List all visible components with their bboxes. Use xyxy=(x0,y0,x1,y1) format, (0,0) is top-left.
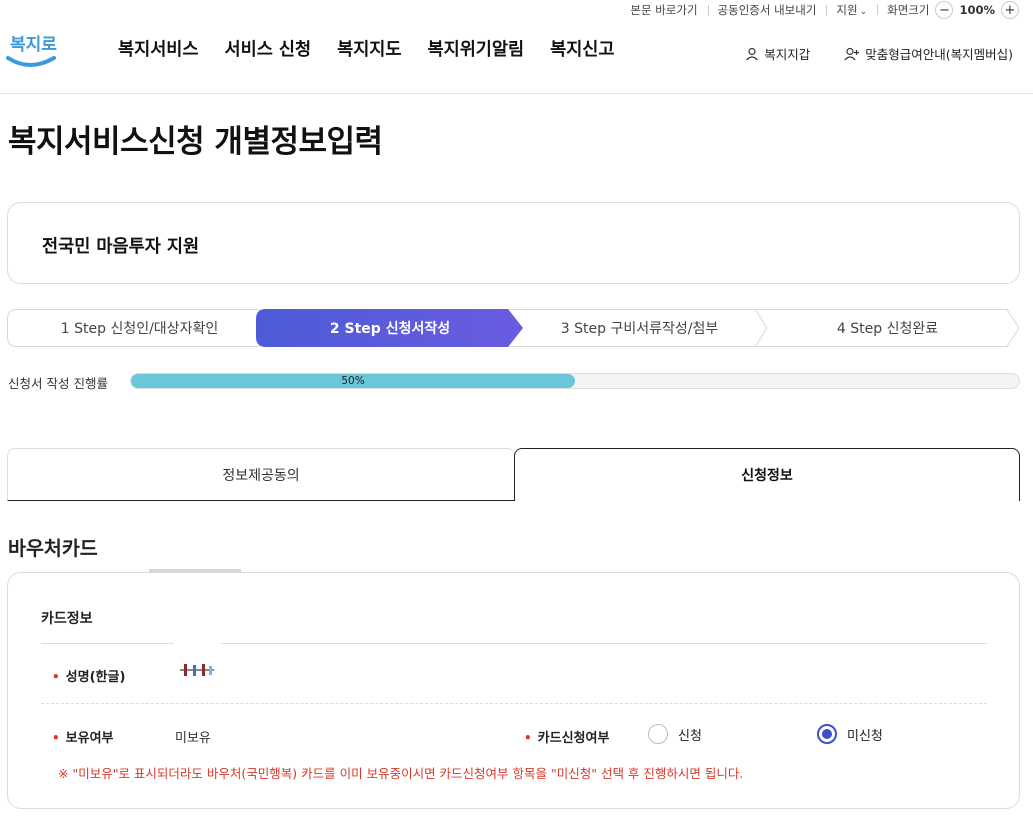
wallet-link[interactable]: 복지지갑 xyxy=(745,44,810,63)
support-label: 지원 xyxy=(836,3,858,17)
step-1-label: 1 Step 신청인/대상자확인 xyxy=(60,321,219,337)
skip-to-content-link[interactable]: 본문 바로가기 xyxy=(620,2,707,18)
nav-welfare-map[interactable]: 복지지도 xyxy=(337,36,401,61)
holding-field-label: • 보유여부 xyxy=(52,731,114,746)
step-4-label: 4 Step 신청완료 xyxy=(836,321,939,337)
step-2-active: 2 Step 신청서작성 xyxy=(256,309,524,347)
required-mark: • xyxy=(52,670,60,684)
tab-consent-label: 정보제공동의 xyxy=(222,467,300,484)
nav-welfare-report[interactable]: 복지신고 xyxy=(550,36,614,61)
wallet-label: 복지지갑 xyxy=(764,47,811,62)
progress-label: 신청서 작성 진행률 xyxy=(8,376,108,391)
tab-application-info-label: 신청정보 xyxy=(741,468,793,484)
step-4: 4 Step 신청완료 xyxy=(755,309,1020,347)
logo-wordmark: 복지로 xyxy=(10,35,57,55)
step-1: 1 Step 신청인/대상자확인 xyxy=(7,309,272,347)
chevron-down-icon: ⌄ xyxy=(859,7,868,17)
user-plus-icon xyxy=(844,47,860,60)
tab-application-info[interactable]: 신청정보 xyxy=(514,448,1020,501)
nav-crisis-alert[interactable]: 복지위기알림 xyxy=(428,36,525,61)
radio-not-apply-label: 미신청 xyxy=(847,728,883,744)
nav-welfare-services[interactable]: 복지서비스 xyxy=(118,36,199,61)
step-3-label: 3 Step 구비서류작성/첨부 xyxy=(560,321,719,337)
card-notice: ※ "미보유"로 표시되더라도 바우처(국민행복) 카드를 이미 보유중이시면 … xyxy=(58,766,744,781)
tab-consent[interactable]: 정보제공동의 xyxy=(7,448,515,501)
radio-not-apply[interactable]: 미신청 xyxy=(817,724,883,744)
zoom-in-button[interactable]: + xyxy=(1001,1,1019,19)
progress-fill: 50% xyxy=(131,374,575,388)
progress-bar: 50% xyxy=(130,373,1020,389)
radio-not-apply-circle[interactable] xyxy=(817,724,837,744)
zoom-label: 화면크기 xyxy=(887,3,930,17)
masked-name-value xyxy=(180,664,214,676)
zoom-out-button[interactable]: − xyxy=(935,1,954,19)
nav-service-apply[interactable]: 서비스 신청 xyxy=(225,36,312,61)
step-indicator: 1 Step 신청인/대상자확인 3 Step 구비서류작성/첨부 4 Step… xyxy=(7,309,1020,347)
zoom-control: 화면크기 − 100% + xyxy=(877,1,1019,19)
card-accent-bar xyxy=(149,569,241,572)
support-menu[interactable]: 지원 ⌄ xyxy=(826,2,877,18)
step-2-label: 2 Step 신청서작성 xyxy=(329,321,451,337)
membership-label: 맞춤형급여안내(복지멤버십) xyxy=(865,47,1013,62)
zoom-value: 100% xyxy=(959,3,995,17)
utility-bar: 본문 바로가기 공동인증서 내보내기 지원 ⌄ 화면크기 − 100% + xyxy=(620,0,1019,20)
membership-link[interactable]: 맞춤형급여안내(복지멤버십) xyxy=(844,44,1013,63)
service-name: 전국민 마음투자 지원 xyxy=(42,237,200,257)
row-divider xyxy=(41,703,987,704)
radio-apply-circle[interactable] xyxy=(648,724,668,744)
bokjiro-logo[interactable]: 복지로 xyxy=(6,28,58,72)
step-3: 3 Step 구비서류작성/첨부 xyxy=(507,309,772,347)
user-icon xyxy=(746,47,759,60)
header-user-links: 복지지갑 맞춤형급여안내(복지멤버십) xyxy=(745,44,1013,63)
card-apply-field-label: • 카드신청여부 xyxy=(524,731,610,746)
page-title: 복지서비스신청 개별정보입력 xyxy=(8,124,383,160)
radio-apply[interactable]: 신청 xyxy=(648,724,702,744)
required-mark: • xyxy=(524,731,532,745)
radio-apply-label: 신청 xyxy=(678,728,702,744)
card-info-title: 카드정보 xyxy=(41,611,93,627)
service-name-box: 전국민 마음투자 지원 xyxy=(7,202,1020,284)
section-title: 바우처카드 xyxy=(8,537,98,560)
main-nav: 복지서비스 서비스 신청 복지지도 복지위기알림 복지신고 xyxy=(118,36,615,61)
cert-export-link[interactable]: 공동인증서 내보내기 xyxy=(707,2,827,18)
name-field-label: • 성명(한글) xyxy=(52,670,126,685)
holding-value: 미보유 xyxy=(175,731,211,746)
header-divider xyxy=(0,93,1033,94)
required-mark: • xyxy=(52,731,60,745)
progress-text: 50% xyxy=(341,375,365,387)
